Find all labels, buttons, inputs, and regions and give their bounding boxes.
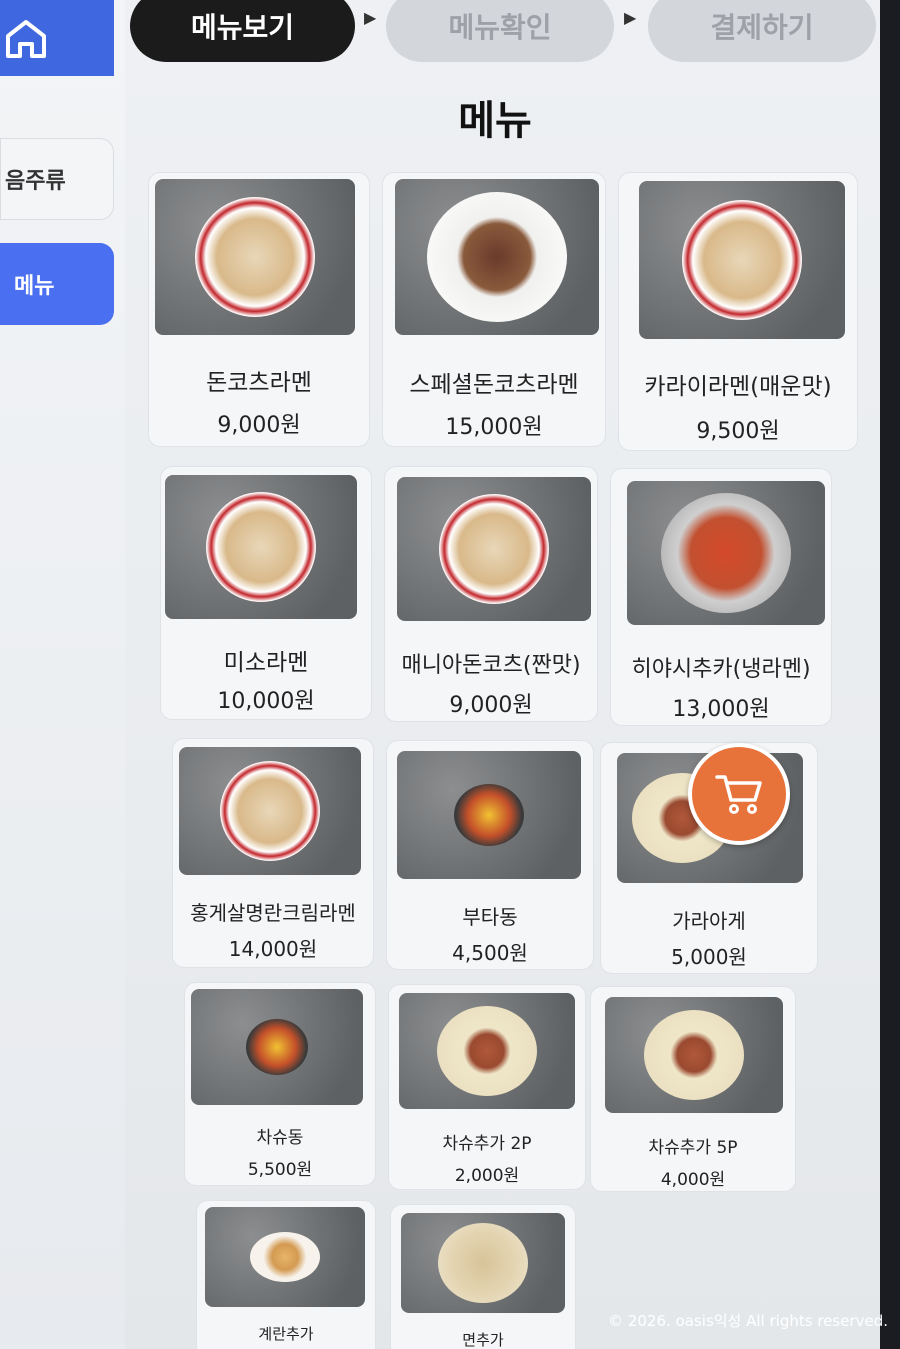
menu-item-price: 14,000원 [228,937,318,961]
category-sidebar: 음주류 메뉴 [0,0,125,1349]
menu-item-card[interactable]: 히야시추카(냉라멘) 13,000원 [610,468,832,726]
menu-item-price: 4,500원 [452,941,528,965]
copyright-watermark: © 2026. oasis익성 All rights reserved. [608,1312,888,1330]
menu-item-photo [155,179,355,335]
kiosk-screen: 음주류 메뉴 메뉴보기 ▶ 메뉴확인 ▶ 결제하기 메뉴 돈코츠라멘 9,000… [0,0,880,1349]
category-label: 메뉴 [14,274,55,299]
menu-item-price: 9,000원 [449,693,533,718]
menu-item-card[interactable]: 차슈추가 5P 4,000원 [590,986,796,1192]
menu-item-photo [639,181,845,339]
menu-item-photo [399,993,575,1109]
menu-item-card[interactable]: 카라이라멘(매운맛) 9,500원 [618,172,858,451]
category-label: 음주류 [5,169,66,194]
menu-item-name: 스페셜돈코츠라멘 [409,372,579,398]
menu-item-name: 히야시추카(냉라멘) [631,657,811,682]
menu-item-card[interactable]: 스페셜돈코츠라멘 15,000원 [382,172,606,447]
category-menu[interactable]: 메뉴 [0,243,114,325]
menu-item-price: 5,500원 [247,1160,313,1180]
home-icon [6,20,46,58]
step-arrow-icon: ▶ [624,8,637,27]
menu-item-name: 면추가 [462,1331,504,1349]
step-view-menu: 메뉴보기 [130,0,355,62]
step-payment: 결제하기 [648,0,876,62]
menu-item-name: 차슈추가 5P [648,1138,738,1158]
menu-item-card[interactable]: 돈코츠라멘 9,000원 [148,172,370,447]
page-title: 메뉴 [458,98,532,144]
menu-item-price: 9,500원 [696,419,780,444]
menu-item-card[interactable]: 면추가 [390,1204,576,1349]
menu-item-name: 가라아게 [672,909,746,933]
menu-item-card[interactable]: 매니아돈코츠(짠맛) 9,000원 [384,466,598,722]
menu-item-price: 15,000원 [445,415,543,440]
menu-item-name: 돈코츠라멘 [206,370,312,396]
menu-item-photo [179,747,361,875]
cart-button[interactable] [688,743,790,845]
menu-item-photo [191,989,363,1105]
menu-item-name: 카라이라멘(매운맛) [644,374,832,400]
step-label: 메뉴보기 [190,11,295,44]
menu-item-name: 계란추가 [258,1325,314,1343]
menu-item-price: 13,000원 [672,697,770,722]
step-arrow-icon: ▶ [364,8,377,27]
step-label: 메뉴확인 [448,11,552,44]
menu-item-card[interactable]: 홍게살명란크림라멘 14,000원 [172,738,374,968]
menu-item-card[interactable]: 차슈동 5,500원 [184,982,376,1186]
menu-item-name: 홍게살명란크림라멘 [190,901,356,925]
home-button[interactable] [0,0,114,76]
menu-item-photo [605,997,783,1113]
step-label: 결제하기 [710,11,814,44]
order-progress-steps: 메뉴보기 ▶ 메뉴확인 ▶ 결제하기 [130,0,880,65]
menu-item-price: 5,000원 [671,945,747,969]
category-drinks[interactable]: 음주류 [0,138,114,220]
menu-item-card[interactable]: 부타동 4,500원 [386,740,594,970]
menu-item-photo [165,475,357,619]
step-confirm-menu: 메뉴확인 [386,0,614,62]
menu-item-price: 9,000원 [217,413,301,438]
menu-item-price: 2,000원 [454,1166,520,1186]
menu-item-card[interactable]: 계란추가 [196,1200,376,1349]
menu-item-card[interactable]: 차슈추가 2P 2,000원 [388,984,586,1190]
menu-item-name: 미소라멘 [223,650,309,676]
menu-item-photo [395,179,599,335]
menu-item-photo [397,477,591,621]
menu-item-photo [397,751,581,879]
cart-icon [715,775,762,814]
menu-item-price: 10,000원 [217,689,315,714]
menu-item-photo [401,1213,565,1313]
menu-item-photo [627,481,825,625]
menu-item-name: 매니아돈코츠(짠맛) [401,653,581,678]
menu-item-price: 4,000원 [660,1170,726,1190]
menu-item-name: 차슈추가 2P [442,1134,532,1154]
menu-item-name: 차슈동 [256,1128,304,1148]
menu-item-photo [205,1207,365,1307]
menu-item-name: 부타동 [462,905,518,929]
menu-item-card[interactable]: 미소라멘 10,000원 [160,466,372,720]
